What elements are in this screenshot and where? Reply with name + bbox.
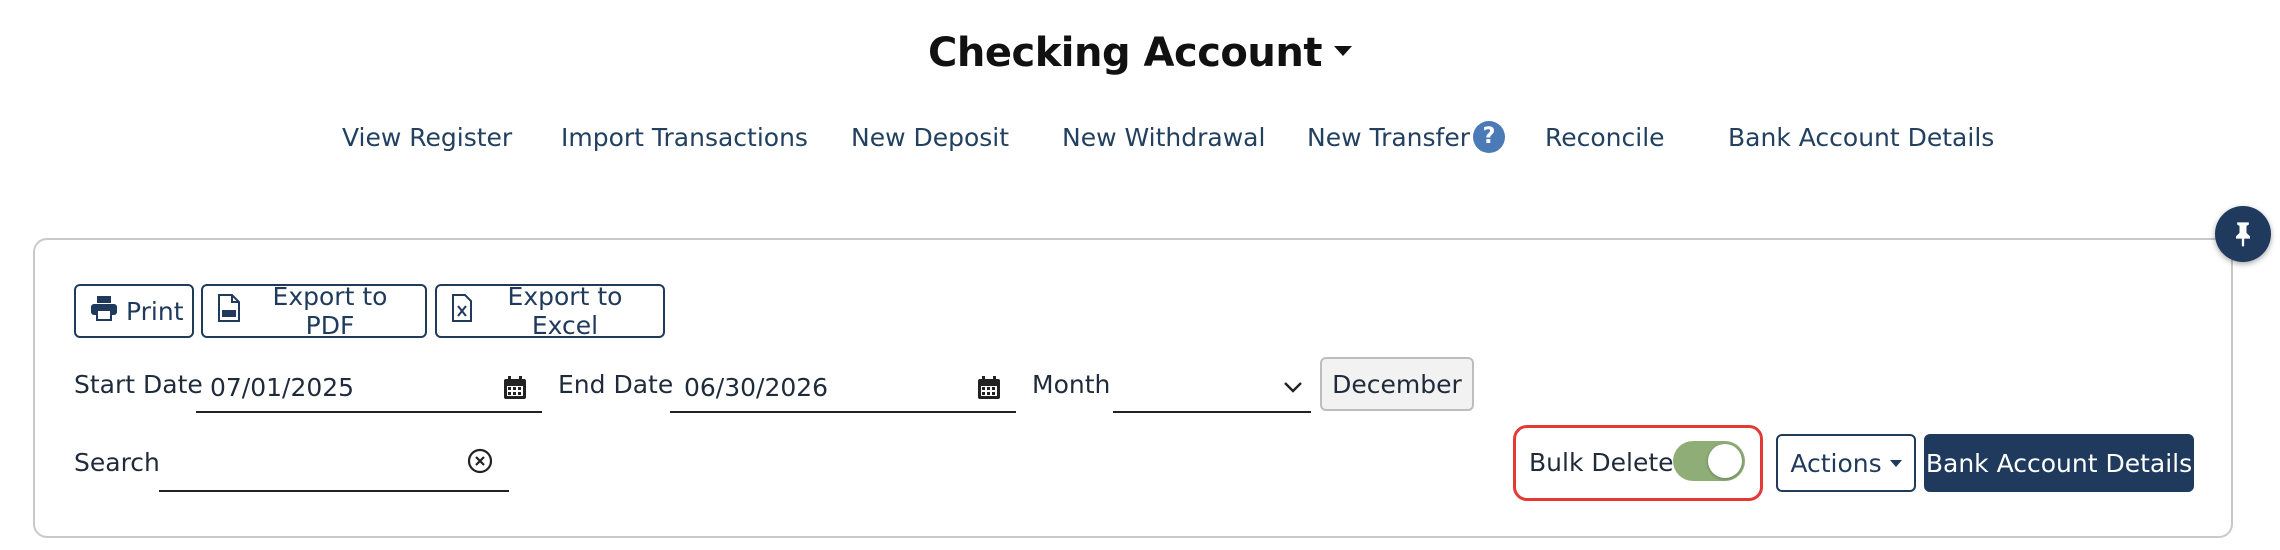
- calendar-icon[interactable]: [976, 375, 1002, 405]
- print-label: Print: [126, 296, 184, 326]
- nav-bank-account-details[interactable]: Bank Account Details: [1728, 120, 1994, 156]
- account-nav: View Register Import Transactions New De…: [0, 120, 2280, 160]
- bulk-delete-label: Bulk Delete: [1529, 448, 1674, 477]
- actions-label: Actions: [1790, 448, 1882, 478]
- pin-icon[interactable]: [2215, 206, 2271, 262]
- account-name: Checking Account: [928, 30, 1322, 76]
- nav-reconcile[interactable]: Reconcile: [1545, 120, 1665, 156]
- caret-down-icon[interactable]: [1333, 46, 1352, 56]
- actions-dropdown-button[interactable]: Actions: [1776, 434, 1916, 492]
- export-excel-label: Export to Excel: [507, 282, 623, 340]
- help-icon[interactable]: ?: [1473, 121, 1505, 153]
- printer-icon: [90, 295, 118, 327]
- bulk-delete-toggle[interactable]: [1673, 441, 1745, 481]
- end-date-field[interactable]: 06/30/2026: [670, 365, 1016, 413]
- bank-account-details-button[interactable]: Bank Account Details: [1924, 434, 2194, 492]
- excel-file-icon: [451, 293, 473, 329]
- pdf-file-icon: [217, 293, 241, 329]
- print-button[interactable]: Print: [74, 284, 194, 338]
- nav-new-deposit[interactable]: New Deposit: [851, 120, 1009, 156]
- nav-view-register[interactable]: View Register: [342, 120, 512, 156]
- month-december-button[interactable]: December: [1320, 357, 1474, 411]
- page-title[interactable]: Checking Account: [0, 30, 2280, 76]
- end-date-value: 06/30/2026: [684, 373, 829, 402]
- caret-down-icon: [1889, 459, 1902, 467]
- nav-new-transfer[interactable]: New Transfer: [1307, 120, 1470, 156]
- export-pdf-button[interactable]: Export to PDF: [201, 282, 427, 340]
- nav-new-withdrawal[interactable]: New Withdrawal: [1062, 120, 1265, 156]
- nav-import-transactions[interactable]: Import Transactions: [561, 120, 808, 156]
- calendar-icon[interactable]: [502, 375, 528, 405]
- end-date-label: End Date: [558, 370, 674, 399]
- month-label: Month: [1032, 370, 1111, 399]
- export-pdf-label: Export to PDF: [272, 282, 388, 340]
- month-select[interactable]: [1113, 365, 1311, 413]
- start-date-label: Start Date: [74, 370, 203, 399]
- chevron-down-icon: [1283, 379, 1303, 398]
- start-date-value: 07/01/2025: [210, 373, 355, 402]
- search-input[interactable]: [159, 444, 509, 492]
- clear-search-icon[interactable]: [467, 448, 493, 478]
- export-excel-button[interactable]: Export to Excel: [435, 282, 665, 340]
- search-label: Search: [74, 448, 160, 477]
- toggle-knob: [1708, 444, 1742, 478]
- start-date-field[interactable]: 07/01/2025: [196, 365, 542, 413]
